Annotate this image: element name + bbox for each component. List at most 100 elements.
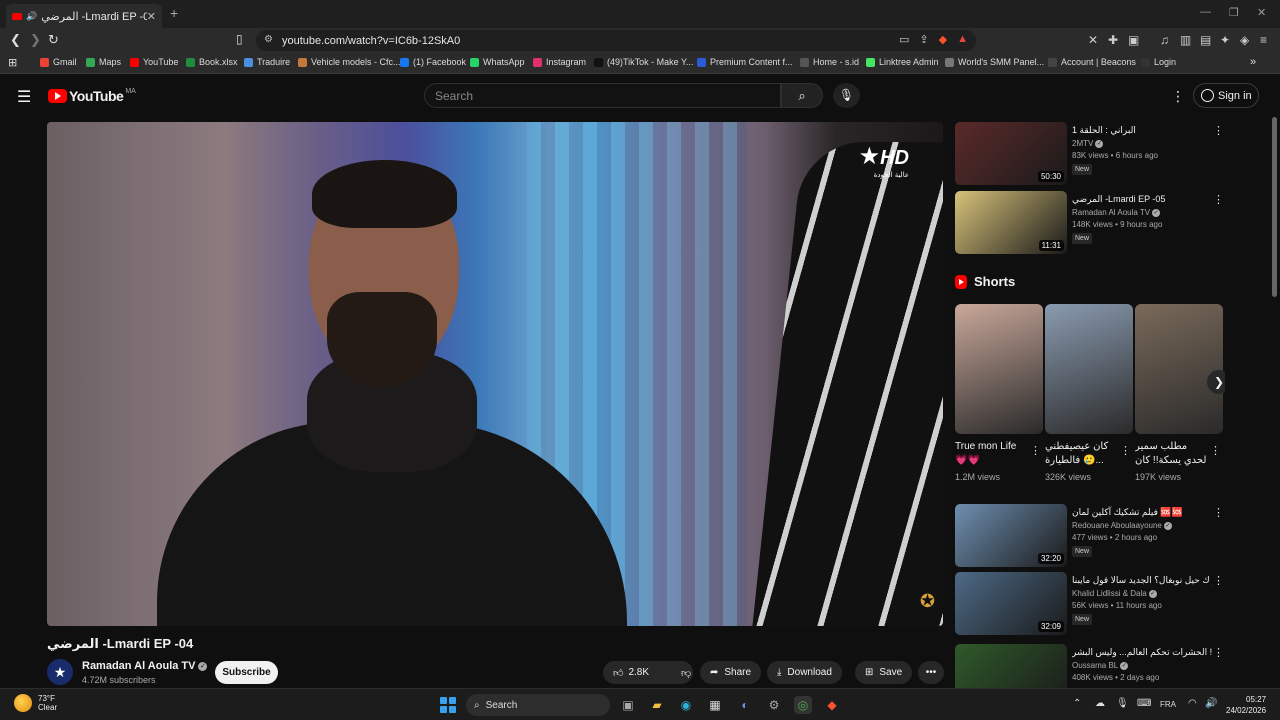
video-thumbnail[interactable]: 32:09 xyxy=(955,572,1067,635)
extension-1-icon[interactable]: ✕ xyxy=(1088,33,1098,47)
minimize-icon[interactable]: — xyxy=(1200,6,1211,18)
video-player[interactable]: ★HD عالية الجودة ✪ xyxy=(47,122,943,626)
keyboard-icon[interactable]: ⌨ xyxy=(1137,698,1151,709)
extension-2-icon[interactable]: ▣ xyxy=(1128,33,1139,47)
voice-search-button[interactable]: 🎙 xyxy=(833,83,860,108)
dislike-button[interactable]: 👎︎ xyxy=(671,661,701,684)
bookmark-item[interactable]: Vehicle models - Cfc... xyxy=(298,57,401,67)
sign-in-button[interactable]: Sign in xyxy=(1193,83,1259,108)
more-bookmarks-icon[interactable]: » xyxy=(1250,56,1256,68)
reload-icon[interactable]: ↻ xyxy=(48,32,59,48)
video-thumbnail[interactable]: 32:20 xyxy=(955,504,1067,567)
video-title[interactable]: فيلم تشكيك آكلين لمان 🆘🆘 xyxy=(1072,506,1212,518)
sidebar-icon[interactable]: ▥ xyxy=(1180,33,1191,47)
recommended-video[interactable]: 32:20 فيلم تشكيك آكلين لمان 🆘🆘 Redouane Ab… xyxy=(955,504,1225,568)
bookmark-item[interactable]: Linktree Admin xyxy=(866,57,939,67)
cast-icon[interactable]: ▭ xyxy=(899,33,909,46)
save-button[interactable]: ⊞ Save xyxy=(855,661,913,684)
more-actions-button[interactable]: ••• xyxy=(918,661,944,684)
bookmark-item[interactable]: Account | Beacons xyxy=(1048,57,1136,67)
discord-icon[interactable]: ◐ xyxy=(736,696,754,714)
video-channel[interactable]: Ramadan Al Aoula TV ✓ xyxy=(1072,208,1161,217)
bookmark-item[interactable]: Premium Content f... xyxy=(697,57,793,67)
wifi-icon[interactable]: ◠ xyxy=(1188,698,1197,709)
download-button[interactable]: ⤓ Download xyxy=(767,661,842,684)
youtube-logo[interactable]: YouTube MA xyxy=(48,88,136,104)
weather-widget[interactable]: 73°F Clear xyxy=(14,694,57,712)
video-title[interactable]: الحشرات تحكم العالم... وليس البشر ! xyxy=(1072,646,1212,658)
short-item[interactable]: True mon Life 💗💗 1.2M views ⋮ xyxy=(955,304,1043,494)
settings-kebab-icon[interactable]: ⋮ xyxy=(1171,88,1185,105)
brave-icon[interactable]: ◆ xyxy=(823,696,841,714)
close-tab-icon[interactable]: ✕ xyxy=(147,10,156,23)
site-info-icon[interactable]: ⚙ xyxy=(264,34,273,45)
file-explorer-icon[interactable]: ▰ xyxy=(648,696,666,714)
browser-tab-active[interactable]: 🔊 المرضي -Lmardi EP -04 - YouTube ✕ xyxy=(6,4,162,28)
short-options-icon[interactable]: ⋮ xyxy=(1210,444,1221,457)
hamburger-menu-icon[interactable]: ☰ xyxy=(17,87,31,107)
puzzle-icon[interactable]: ✚ xyxy=(1108,33,1118,47)
channel-name[interactable]: Ramadan Al Aoula TV ✓ xyxy=(82,660,208,672)
recommended-video[interactable]: 11:31 المرضي -Lmardi EP -05 Ramadan Al Aou… xyxy=(955,191,1225,255)
page-scrollbar[interactable] xyxy=(1272,117,1277,297)
video-title[interactable]: علاش رحنا قلل ما توصلو ك حيل نوبغال؟ الج… xyxy=(1072,574,1212,586)
store-icon[interactable]: ▦ xyxy=(706,696,724,714)
bookmark-item[interactable]: (49)TikTok - Make Y... xyxy=(594,57,693,67)
settings-gear-icon[interactable]: ⚙ xyxy=(765,696,783,714)
video-thumbnail[interactable]: 50:30 xyxy=(955,122,1067,185)
like-button[interactable]: 👍︎ 2.8K xyxy=(603,661,659,684)
music-icon[interactable]: ♫ xyxy=(1160,33,1169,47)
speaker-icon[interactable]: 🔊 xyxy=(26,11,37,22)
window-close-icon[interactable]: ✕ xyxy=(1257,6,1266,19)
short-item[interactable]: مطلب سمير لحدي يسكة!! كان عدي... 197K vie… xyxy=(1135,304,1223,494)
bookmark-item[interactable]: Book.xlsx xyxy=(186,57,238,67)
ai-icon[interactable]: ✦ xyxy=(1220,33,1230,47)
bookmark-item[interactable]: (1) Facebook xyxy=(400,57,466,67)
short-thumbnail[interactable] xyxy=(1045,304,1133,434)
channel-avatar[interactable]: ★ xyxy=(47,659,73,685)
language-indicator[interactable]: FRA xyxy=(1160,700,1176,709)
mic-tray-icon[interactable]: 🎙 xyxy=(1116,698,1129,709)
short-options-icon[interactable]: ⋮ xyxy=(1120,444,1131,457)
short-title[interactable]: مطلب سمير لحدي يسكة!! كان عدي... xyxy=(1135,440,1209,468)
bookmark-item[interactable]: WhatsApp xyxy=(470,57,525,67)
bookmark-item[interactable]: Instagram xyxy=(533,57,586,67)
volume-icon[interactable]: 🔊 xyxy=(1205,698,1217,709)
video-options-icon[interactable]: ⋮ xyxy=(1213,124,1224,137)
bookmark-item[interactable]: YouTube xyxy=(130,57,178,67)
subscribe-button[interactable]: Subscribe xyxy=(215,661,278,684)
back-icon[interactable]: ❮ xyxy=(10,32,21,48)
bookmark-item[interactable]: World's SMM Panel... xyxy=(945,57,1044,67)
video-channel[interactable]: Redouane Aboulaayoune ✓ xyxy=(1072,521,1172,530)
cloud-icon[interactable]: ☁ xyxy=(1095,698,1105,709)
share-button[interactable]: ➦ Share xyxy=(700,661,762,684)
short-options-icon[interactable]: ⋮ xyxy=(1030,444,1041,457)
video-channel[interactable]: Khalid Lidlissi & Dala ✓ xyxy=(1072,589,1157,598)
video-thumbnail[interactable] xyxy=(955,644,1067,688)
short-thumbnail[interactable] xyxy=(1135,304,1223,434)
task-view-icon[interactable]: ▣ xyxy=(619,696,637,714)
shield-icon[interactable]: ◆ xyxy=(939,33,947,46)
short-thumbnail[interactable] xyxy=(955,304,1043,434)
bookmark-item[interactable]: Traduire xyxy=(244,57,290,67)
video-channel[interactable]: Oussama BL ✓ xyxy=(1072,661,1129,670)
video-options-icon[interactable]: ⋮ xyxy=(1213,574,1224,587)
alert-icon[interactable]: ▲ xyxy=(957,33,968,46)
vpn-icon[interactable]: ◈ xyxy=(1240,33,1249,47)
bookmark-item[interactable]: Gmail xyxy=(40,57,77,67)
clock[interactable]: 05:27 24/02/2026 xyxy=(1226,694,1266,716)
address-bar[interactable]: ⚙ youtube.com/watch?v=IC6b-12SkA0 ▭ ⇪ ◆ … xyxy=(256,30,976,51)
video-options-icon[interactable]: ⋮ xyxy=(1213,506,1224,519)
menu-icon[interactable]: ≡ xyxy=(1260,33,1267,47)
shorts-next-icon[interactable]: ❯ xyxy=(1207,370,1225,394)
short-item[interactable]: كان عيصيفطني فالطيارة 🥲... 326K views ⋮ xyxy=(1045,304,1133,494)
recommended-video[interactable]: 50:30 البراني : الحلقة 1 2MTV ✓ 83K views • … xyxy=(955,122,1225,186)
forward-icon[interactable]: ❯ xyxy=(30,32,41,48)
taskbar-search[interactable]: ⌕ Search xyxy=(466,694,610,716)
video-title[interactable]: البراني : الحلقة 1 xyxy=(1072,124,1212,136)
apps-icon[interactable]: ⊞ xyxy=(8,56,17,69)
tray-chevron-icon[interactable]: ⌃ xyxy=(1073,698,1081,709)
short-title[interactable]: True mon Life 💗💗 xyxy=(955,440,1029,468)
start-button[interactable] xyxy=(440,697,456,713)
new-tab-icon[interactable]: + xyxy=(170,5,178,21)
